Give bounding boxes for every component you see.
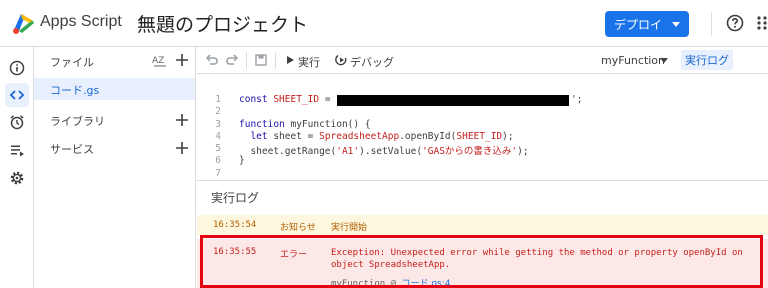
log-time: 16:35:55 <box>213 247 257 257</box>
debug-icon <box>335 54 347 66</box>
libraries-section[interactable]: ライブラリ <box>34 109 196 131</box>
debug-label: デバッグ <box>350 56 394 69</box>
save-icon[interactable] <box>254 53 268 67</box>
files-title: ファイル <box>50 56 94 69</box>
apps-menu-icon[interactable] <box>757 15 768 31</box>
log-row: 16:35:54 お知らせ 実行開始 <box>197 215 768 235</box>
settings-icon <box>10 171 24 185</box>
add-file-icon[interactable] <box>175 53 189 67</box>
line-number: 2 <box>215 106 221 117</box>
code-line: 3 function myFunction() { <box>197 119 768 131</box>
deploy-button[interactable]: デプロイ <box>605 11 689 37</box>
app-name: Apps Script <box>40 13 122 30</box>
alarm-icon <box>10 115 24 130</box>
line-number: 7 <box>215 168 221 179</box>
redacted-sheet-id <box>337 95 569 106</box>
files-header: ファイル AZ <box>34 47 196 74</box>
execution-log-button[interactable]: 実行ログ <box>681 50 733 70</box>
sort-az-icon[interactable]: AZ <box>152 53 168 67</box>
help-icon[interactable] <box>726 14 744 32</box>
log-title: 実行ログ <box>211 191 260 205</box>
line-number: 5 <box>215 143 221 154</box>
code-line: 2 <box>197 106 768 118</box>
execution-log-panel: 実行ログ 16:35:54 お知らせ 実行開始 16:35:55 エラー Exc… <box>197 180 768 288</box>
code-editor[interactable]: 1 const SHEET_ID = ' '; 2 3 function myF… <box>197 75 768 180</box>
error-message: Exception: Unexpected error while gettin… <box>331 248 743 270</box>
executions-button[interactable] <box>5 138 29 162</box>
code-text: '; <box>571 94 583 105</box>
code-line: 7 <box>197 168 768 180</box>
line-number: 4 <box>215 131 221 142</box>
undo-icon[interactable] <box>205 53 219 67</box>
code-text: } <box>239 155 245 166</box>
left-rail <box>0 47 34 288</box>
sort-label: AZ <box>152 56 164 66</box>
divider <box>711 12 712 36</box>
code-icon <box>9 90 25 100</box>
file-item-code-gs[interactable]: コード.gs <box>34 78 195 100</box>
code-text: let sheet = SpreadsheetApp.openById(SHEE… <box>239 131 514 142</box>
code-line: 1 const SHEET_ID = ' '; <box>197 94 768 106</box>
services-section[interactable]: サービス <box>34 137 196 159</box>
stack-at: @ <box>390 279 397 288</box>
log-row-error: 16:35:55 エラー Exception: Unexpected error… <box>197 239 768 288</box>
stack-function: myFunction <box>331 279 386 288</box>
stack-link[interactable]: コード.gs:4 <box>401 279 450 288</box>
code-line: 6 } <box>197 155 768 167</box>
toolbar-separator <box>246 52 247 69</box>
services-label: サービス <box>50 143 94 156</box>
overview-button[interactable] <box>5 56 29 80</box>
apps-script-logo[interactable] <box>10 10 36 36</box>
log-message: 実行開始 <box>331 223 368 233</box>
add-service-icon[interactable] <box>175 141 189 155</box>
top-bar: Apps Script 無題のプロジェクト デプロイ <box>0 0 768 47</box>
toolbar-separator <box>275 52 276 69</box>
triggers-button[interactable] <box>5 110 29 134</box>
code-text: const SHEET_ID = ' <box>239 94 342 105</box>
play-icon <box>287 56 294 64</box>
stack-trace: myFunction @ コード.gs:4 <box>331 276 450 288</box>
info-icon <box>9 60 25 76</box>
log-severity: エラー <box>280 250 308 260</box>
file-name: コード.gs <box>50 84 100 97</box>
executions-icon <box>11 145 24 157</box>
code-text: function myFunction() { <box>239 119 371 130</box>
editor-button[interactable] <box>5 83 29 107</box>
line-number: 1 <box>215 94 221 105</box>
caret-down-icon[interactable] <box>660 58 668 63</box>
settings-button[interactable] <box>5 166 29 190</box>
execution-log-label: 実行ログ <box>685 54 729 67</box>
files-panel: ファイル AZ コード.gs ライブラリ サービス <box>34 47 196 288</box>
project-title[interactable]: 無題のプロジェクト <box>137 10 308 37</box>
code-line: 5 sheet.getRange('A1').setValue('GASからの書… <box>197 143 768 157</box>
deploy-label: デプロイ <box>613 17 662 32</box>
log-time: 16:35:54 <box>213 220 257 230</box>
function-select[interactable]: myFunction <box>601 54 665 67</box>
log-severity: お知らせ <box>280 223 316 233</box>
add-library-icon[interactable] <box>175 113 189 127</box>
libraries-label: ライブラリ <box>50 115 105 128</box>
line-number: 6 <box>215 155 221 166</box>
editor-toolbar: 実行 デバッグ myFunction 実行ログ <box>197 47 768 74</box>
line-number: 3 <box>215 119 221 130</box>
code-line: 4 let sheet = SpreadsheetApp.openById(SH… <box>197 131 768 143</box>
redo-icon[interactable] <box>225 53 239 67</box>
caret-down-icon <box>672 21 680 27</box>
run-label: 実行 <box>298 56 320 69</box>
